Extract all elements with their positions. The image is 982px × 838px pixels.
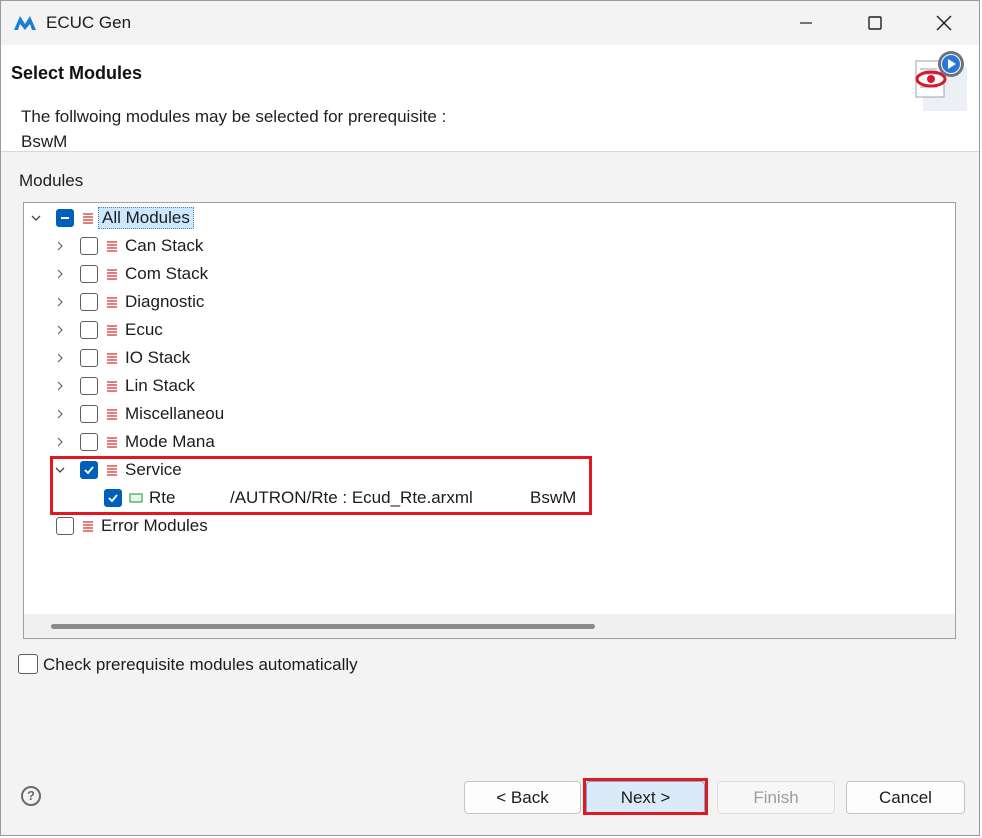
- diagnostic-checkbox[interactable]: [80, 293, 98, 311]
- error-modules-checkbox[interactable]: [56, 517, 74, 535]
- chevron-right-icon[interactable]: [54, 436, 66, 448]
- module-group-icon: [107, 325, 117, 336]
- module-group-icon: [83, 521, 93, 532]
- modules-tree[interactable]: All Modules Can Stack Com Stack Diagnost…: [23, 202, 956, 639]
- auto-check-checkbox[interactable]: [18, 654, 38, 674]
- chevron-right-icon[interactable]: [54, 268, 66, 280]
- tree-item-label: Diagnostic: [125, 292, 205, 311]
- page-title: Select Modules: [11, 63, 143, 83]
- module-group-icon: [107, 269, 117, 280]
- minimize-button[interactable]: [783, 1, 829, 45]
- tree-row-com-stack[interactable]: Com Stack: [24, 261, 955, 289]
- tree-item-label: Miscellaneou: [125, 404, 225, 423]
- tree-row-miscellaneous[interactable]: Miscellaneou: [24, 401, 955, 429]
- all-modules-checkbox[interactable]: [56, 209, 74, 227]
- chevron-right-icon[interactable]: [54, 240, 66, 252]
- tree-item-label: Ecuc: [125, 320, 163, 339]
- window-title: ECUC Gen: [46, 13, 132, 32]
- tree-item-label: Com Stack: [125, 264, 209, 283]
- annotation-highlight-next: [583, 778, 708, 815]
- module-group-icon: [107, 353, 117, 364]
- module-group-icon: [107, 381, 117, 392]
- partial-check-icon: [61, 217, 69, 219]
- page-description: The follwoing modules may be selected fo…: [21, 104, 446, 154]
- tree-row-error-modules[interactable]: Error Modules: [24, 513, 955, 541]
- app-logo-icon: [14, 16, 36, 30]
- ecuc-checkbox[interactable]: [80, 321, 98, 339]
- back-button[interactable]: < Back: [464, 781, 581, 814]
- chevron-right-icon[interactable]: [54, 296, 66, 308]
- module-group-icon: [107, 297, 117, 308]
- description-line-1: The follwoing modules may be selected fo…: [21, 107, 447, 126]
- tree-item-label: Can Stack: [125, 236, 204, 255]
- tree-item-label: IO Stack: [125, 348, 191, 367]
- miscellaneous-checkbox[interactable]: [80, 405, 98, 423]
- io-stack-checkbox[interactable]: [80, 349, 98, 367]
- tree-row-diagnostic[interactable]: Diagnostic: [24, 289, 955, 317]
- tree-row-mode-management[interactable]: Mode Mana: [24, 429, 955, 457]
- lin-stack-checkbox[interactable]: [80, 377, 98, 395]
- can-stack-checkbox[interactable]: [80, 237, 98, 255]
- wizard-settings-icon: [915, 51, 967, 111]
- scrollbar-thumb[interactable]: [51, 624, 595, 629]
- chevron-right-icon[interactable]: [54, 408, 66, 420]
- module-group-icon: [107, 409, 117, 420]
- tree-row-can-stack[interactable]: Can Stack: [24, 233, 955, 261]
- close-icon: [936, 15, 952, 31]
- tree-row-io-stack[interactable]: IO Stack: [24, 345, 955, 373]
- description-line-2: BswM: [21, 132, 68, 151]
- com-stack-checkbox[interactable]: [80, 265, 98, 283]
- wizard-banner: Select Modules The follwoing modules may…: [1, 45, 979, 152]
- mode-management-checkbox[interactable]: [80, 433, 98, 451]
- auto-check-label: Check prerequisite modules automatically: [43, 655, 358, 674]
- tree-row-ecuc[interactable]: Ecuc: [24, 317, 955, 345]
- chevron-right-icon[interactable]: [54, 324, 66, 336]
- tree-item-label: Mode Mana: [125, 432, 215, 451]
- minimize-icon: [800, 22, 812, 24]
- tree-row-all-modules[interactable]: All Modules: [24, 205, 955, 233]
- modules-group-label: Modules: [19, 171, 84, 190]
- help-icon[interactable]: ?: [21, 786, 41, 806]
- cancel-button[interactable]: Cancel: [846, 781, 965, 814]
- module-group-icon: [107, 241, 117, 252]
- title-bar: ECUC Gen: [1, 1, 979, 45]
- tree-item-label: Error Modules: [101, 516, 208, 535]
- module-group-icon: [107, 437, 117, 448]
- wizard-window: ECUC Gen Select Modules The follwoing mo…: [0, 0, 980, 836]
- chevron-right-icon[interactable]: [54, 352, 66, 364]
- maximize-button[interactable]: [852, 1, 898, 45]
- horizontal-scrollbar[interactable]: [24, 614, 955, 638]
- chevron-right-icon[interactable]: [54, 380, 66, 392]
- tree-row-lin-stack[interactable]: Lin Stack: [24, 373, 955, 401]
- finish-button[interactable]: Finish: [717, 781, 835, 814]
- all-modules-label[interactable]: All Modules: [98, 207, 194, 229]
- maximize-icon: [868, 16, 882, 30]
- close-button[interactable]: [921, 1, 967, 45]
- module-group-icon: [83, 213, 93, 224]
- chevron-down-icon[interactable]: [30, 212, 42, 224]
- tree-item-label: Lin Stack: [125, 376, 195, 395]
- annotation-highlight-service: [50, 456, 592, 515]
